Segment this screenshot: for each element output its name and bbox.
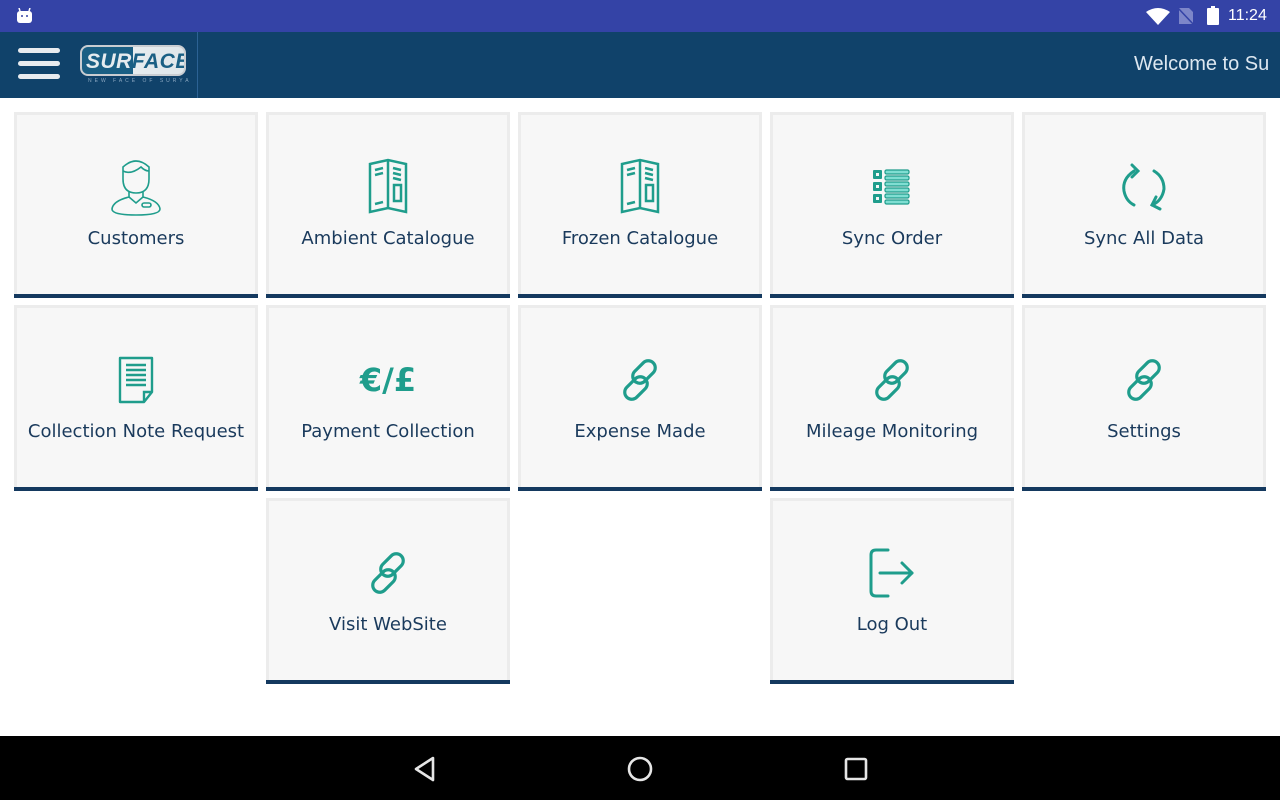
tile-label: Expense Made: [574, 421, 706, 442]
tile-sync-all-data[interactable]: Sync All Data: [1022, 112, 1266, 298]
battery-icon: [1207, 6, 1219, 25]
tile-label: Sync Order: [841, 228, 943, 249]
list-icon: [862, 157, 922, 217]
tile-frozen-catalogue[interactable]: Frozen Catalogue: [518, 112, 762, 298]
wifi-icon: [1146, 8, 1170, 25]
home-icon[interactable]: [625, 754, 655, 784]
tile-label: Payment Collection: [301, 421, 475, 442]
tile-label: Collection Note Request: [27, 421, 245, 442]
app-bar: SURFACE NEW FACE OF SURYA Welcome to Su: [0, 32, 1280, 98]
tile-label: Customers: [87, 228, 185, 249]
logo-badge: SURFACE: [80, 45, 186, 76]
tile-sync-order[interactable]: Sync Order: [770, 112, 1014, 298]
tile-customers[interactable]: Customers: [14, 112, 258, 298]
link-icon: [1114, 350, 1174, 410]
android-debug-icon: [17, 8, 32, 23]
tile-label: Visit WebSite: [329, 614, 447, 635]
logo-tagline: NEW FACE OF SURYA: [88, 78, 192, 84]
tile-payment-collection[interactable]: €/£ Payment Collection: [266, 305, 510, 491]
status-bar: 11:24: [0, 0, 1280, 32]
recents-icon[interactable]: [841, 754, 871, 784]
tile-label: Ambient Catalogue: [301, 228, 475, 249]
no-sim-icon: [1178, 7, 1194, 25]
tile-label: Sync All Data: [1083, 228, 1205, 249]
document-icon: [106, 350, 166, 410]
tile-log-out[interactable]: Log Out: [770, 498, 1014, 684]
welcome-marquee: Welcome to Su: [1134, 53, 1270, 75]
logo-text: SURFACE: [86, 50, 186, 73]
link-icon: [358, 543, 418, 603]
system-nav-bar: [0, 736, 1280, 800]
link-icon: [610, 350, 670, 410]
tile-settings[interactable]: Settings: [1022, 305, 1266, 491]
currency-symbol: €/£: [359, 361, 417, 399]
catalogue-brochure-icon: [610, 157, 670, 217]
sync-icon: [1114, 157, 1174, 217]
tile-expense-made[interactable]: Expense Made: [518, 305, 762, 491]
clock: 11:24: [1228, 7, 1267, 24]
link-icon: [862, 350, 922, 410]
customer-person-icon: [106, 157, 166, 217]
tile-label: Mileage Monitoring: [805, 421, 979, 442]
tile-label: Frozen Catalogue: [561, 228, 719, 249]
hamburger-menu-icon[interactable]: [18, 48, 60, 80]
back-icon[interactable]: [410, 754, 440, 784]
tile-label: Settings: [1107, 421, 1181, 442]
currency-icon: €/£: [358, 350, 418, 410]
tile-visit-website[interactable]: Visit WebSite: [266, 498, 510, 684]
app-bar-divider: [197, 32, 198, 98]
tile-label: Log Out: [856, 614, 928, 635]
tile-ambient-catalogue[interactable]: Ambient Catalogue: [266, 112, 510, 298]
logout-icon: [862, 543, 922, 603]
tile-collection-note-request[interactable]: Collection Note Request: [14, 305, 258, 491]
catalogue-brochure-icon: [358, 157, 418, 217]
app-logo: SURFACE NEW FACE OF SURYA: [80, 45, 189, 89]
tile-mileage-monitoring[interactable]: Mileage Monitoring: [770, 305, 1014, 491]
